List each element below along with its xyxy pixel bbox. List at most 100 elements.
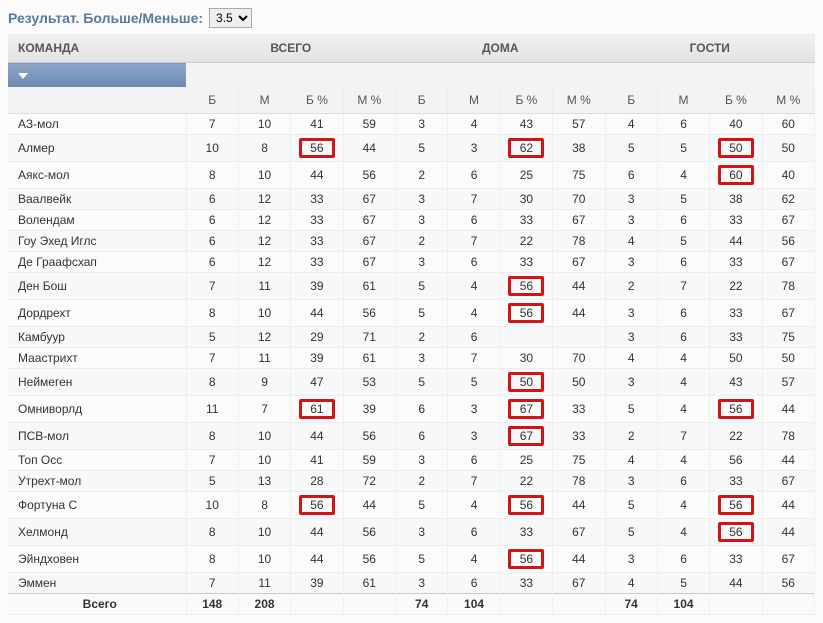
team-cell[interactable]: Дордрехт — [8, 300, 186, 327]
value-cell: 4 — [448, 114, 500, 135]
value-cell: 75 — [762, 327, 814, 348]
team-cell[interactable]: Утрехт-мол — [8, 471, 186, 492]
value-cell: 3 — [448, 135, 500, 162]
col-all-b[interactable]: Б — [186, 87, 238, 114]
sort-spacer — [710, 63, 762, 88]
value-cell: 5 — [396, 135, 448, 162]
col-all-bp[interactable]: Б % — [291, 87, 343, 114]
team-cell[interactable]: ПСВ-мол — [8, 423, 186, 450]
totals-cell — [291, 594, 343, 615]
col-away-mp[interactable]: М % — [762, 87, 814, 114]
value-cell: 5 — [657, 231, 709, 252]
team-cell[interactable]: АЗ-мол — [8, 114, 186, 135]
value-cell: 33 — [291, 252, 343, 273]
table-row: Хелмонд8104456363367545644 — [8, 519, 815, 546]
value-cell — [553, 327, 605, 348]
value-cell: 56 — [500, 492, 552, 519]
value-cell: 8 — [186, 546, 238, 573]
table-row: Ваалвейк6123367373070353862 — [8, 189, 815, 210]
table-body: АЗ-мол7104159344357464060Алмер1085644536… — [8, 114, 815, 615]
value-cell: 44 — [291, 162, 343, 189]
value-cell: 6 — [657, 327, 709, 348]
col-group-all[interactable]: ВСЕГО — [186, 34, 395, 63]
col-all-m[interactable]: М — [238, 87, 290, 114]
value-cell: 67 — [762, 546, 814, 573]
col-all-mp[interactable]: М % — [343, 87, 395, 114]
over-under-select[interactable]: 0.51.52.53.54.55.5 — [209, 8, 252, 28]
team-cell[interactable]: Алмер — [8, 135, 186, 162]
col-away-b[interactable]: Б — [605, 87, 657, 114]
col-home-b[interactable]: Б — [396, 87, 448, 114]
value-cell: 44 — [710, 573, 762, 594]
value-cell: 4 — [448, 300, 500, 327]
table-row: Фортуна С1085644545644545644 — [8, 492, 815, 519]
value-cell: 33 — [500, 519, 552, 546]
team-cell[interactable]: Де Граафсхап — [8, 252, 186, 273]
value-cell: 44 — [762, 519, 814, 546]
team-cell[interactable]: Аякс-мол — [8, 162, 186, 189]
value-cell: 3 — [605, 369, 657, 396]
value-cell: 3 — [396, 189, 448, 210]
value-cell: 56 — [343, 162, 395, 189]
col-home-m[interactable]: М — [448, 87, 500, 114]
team-cell[interactable]: Хелмонд — [8, 519, 186, 546]
team-cell[interactable]: Эммен — [8, 573, 186, 594]
value-cell: 40 — [762, 162, 814, 189]
team-cell[interactable]: Омниворлд — [8, 396, 186, 423]
sort-spacer — [605, 63, 657, 88]
team-cell[interactable]: Фортуна С — [8, 492, 186, 519]
table-row: Омниворлд1176139636733545644 — [8, 396, 815, 423]
value-cell: 50 — [710, 348, 762, 369]
value-cell: 10 — [238, 162, 290, 189]
totals-cell: 74 — [605, 594, 657, 615]
value-cell: 3 — [396, 450, 448, 471]
team-cell[interactable]: Гоу Эхед Иглс — [8, 231, 186, 252]
value-cell: 44 — [291, 423, 343, 450]
value-cell: 5 — [396, 300, 448, 327]
team-cell[interactable]: Волендам — [8, 210, 186, 231]
col-group-home[interactable]: ДОМА — [396, 34, 605, 63]
value-cell: 11 — [238, 573, 290, 594]
totals-cell: 104 — [448, 594, 500, 615]
col-home-bp[interactable]: Б % — [500, 87, 552, 114]
value-cell: 33 — [291, 189, 343, 210]
table-row: Утрехт-мол5132872272278363367 — [8, 471, 815, 492]
value-cell: 44 — [343, 492, 395, 519]
sort-column-team[interactable] — [8, 63, 186, 88]
result-title: Результат. Больше/Меньше: — [8, 10, 203, 26]
value-cell: 7 — [657, 273, 709, 300]
team-cell[interactable]: Эйндховен — [8, 546, 186, 573]
value-cell: 6 — [657, 300, 709, 327]
totals-cell — [343, 594, 395, 615]
totals-label: Всего — [8, 594, 186, 615]
team-cell[interactable]: Топ Осс — [8, 450, 186, 471]
col-away-m[interactable]: М — [657, 87, 709, 114]
value-cell: 4 — [657, 162, 709, 189]
col-group-away[interactable]: ГОСТИ — [605, 34, 815, 63]
value-cell: 67 — [553, 573, 605, 594]
team-cell[interactable]: Неймеген — [8, 369, 186, 396]
totals-cell — [553, 594, 605, 615]
value-cell: 11 — [238, 273, 290, 300]
col-group-team[interactable]: КОМАНДА — [8, 34, 186, 63]
col-home-mp[interactable]: М % — [553, 87, 605, 114]
value-cell: 3 — [605, 471, 657, 492]
value-cell: 67 — [762, 252, 814, 273]
value-cell: 33 — [710, 210, 762, 231]
team-cell[interactable]: Маастрихт — [8, 348, 186, 369]
team-cell[interactable]: Камбуур — [8, 327, 186, 348]
value-cell: 10 — [238, 114, 290, 135]
value-cell: 33 — [710, 300, 762, 327]
team-cell[interactable]: Ден Бош — [8, 273, 186, 300]
value-cell: 59 — [343, 450, 395, 471]
totals-cell: 208 — [238, 594, 290, 615]
value-cell: 4 — [657, 492, 709, 519]
value-cell: 7 — [186, 348, 238, 369]
value-cell: 3 — [605, 300, 657, 327]
value-cell: 22 — [500, 231, 552, 252]
value-cell: 5 — [396, 273, 448, 300]
value-cell: 4 — [448, 546, 500, 573]
value-cell: 10 — [238, 546, 290, 573]
team-cell[interactable]: Ваалвейк — [8, 189, 186, 210]
col-away-bp[interactable]: Б % — [710, 87, 762, 114]
